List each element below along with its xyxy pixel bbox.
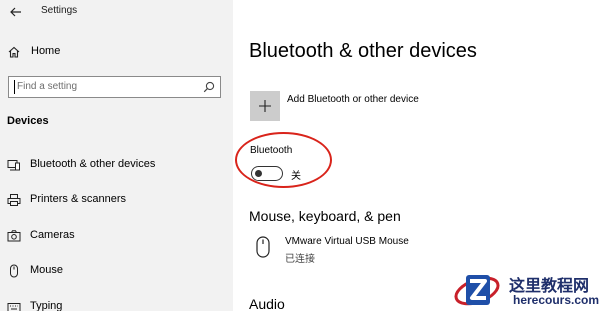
home-icon xyxy=(8,46,20,58)
watermark: 这里教程网 herecours.com xyxy=(452,269,600,311)
add-device-label[interactable]: Add Bluetooth or other device xyxy=(287,94,419,105)
search-icon[interactable] xyxy=(203,81,215,93)
device-status: 已连接 xyxy=(285,254,315,265)
sidebar-item-label: Bluetooth & other devices xyxy=(30,158,156,170)
section-title-audio: Audio xyxy=(249,296,285,311)
watermark-text-en: herecours.com xyxy=(513,293,600,307)
sidebar-item-printers[interactable]: Printers & scanners xyxy=(0,189,233,211)
sidebar-item-label: Printers & scanners xyxy=(30,193,126,205)
sidebar: Settings Home Find a setting Devices Blu… xyxy=(0,0,233,311)
back-arrow-icon xyxy=(10,7,21,17)
page-title: Bluetooth & other devices xyxy=(249,40,477,62)
sidebar-item-label: Cameras xyxy=(30,229,75,241)
text-caret xyxy=(14,80,15,94)
back-button[interactable] xyxy=(8,4,24,20)
mouse-icon xyxy=(256,236,270,258)
keyboard-icon xyxy=(7,303,21,311)
sidebar-home[interactable]: Home xyxy=(0,41,233,63)
printer-icon xyxy=(7,194,21,206)
sidebar-item-typing[interactable]: Typing xyxy=(0,296,233,311)
bluetooth-devices-icon xyxy=(7,160,20,171)
sidebar-item-cameras[interactable]: Cameras xyxy=(0,225,233,247)
home-label: Home xyxy=(31,45,61,57)
main-panel: Bluetooth & other devices Add Bluetooth … xyxy=(233,0,600,311)
search-input[interactable]: Find a setting xyxy=(8,76,221,98)
app-title: Settings xyxy=(41,5,78,16)
plus-icon xyxy=(259,100,271,112)
add-device-button[interactable] xyxy=(250,91,280,121)
mouse-icon xyxy=(10,264,18,278)
highlight-annotation xyxy=(235,132,332,188)
device-name[interactable]: VMware Virtual USB Mouse xyxy=(285,236,409,247)
camera-icon xyxy=(7,230,21,242)
search-placeholder: Find a setting xyxy=(17,81,78,92)
section-title-mouse-keyboard-pen: Mouse, keyboard, & pen xyxy=(249,208,401,224)
sidebar-item-label: Typing xyxy=(30,300,63,311)
section-label: Devices xyxy=(7,115,49,127)
sidebar-item-bluetooth[interactable]: Bluetooth & other devices xyxy=(0,154,233,176)
watermark-logo xyxy=(454,275,500,306)
sidebar-item-mouse[interactable]: Mouse xyxy=(0,260,233,282)
sidebar-item-label: Mouse xyxy=(30,264,64,276)
